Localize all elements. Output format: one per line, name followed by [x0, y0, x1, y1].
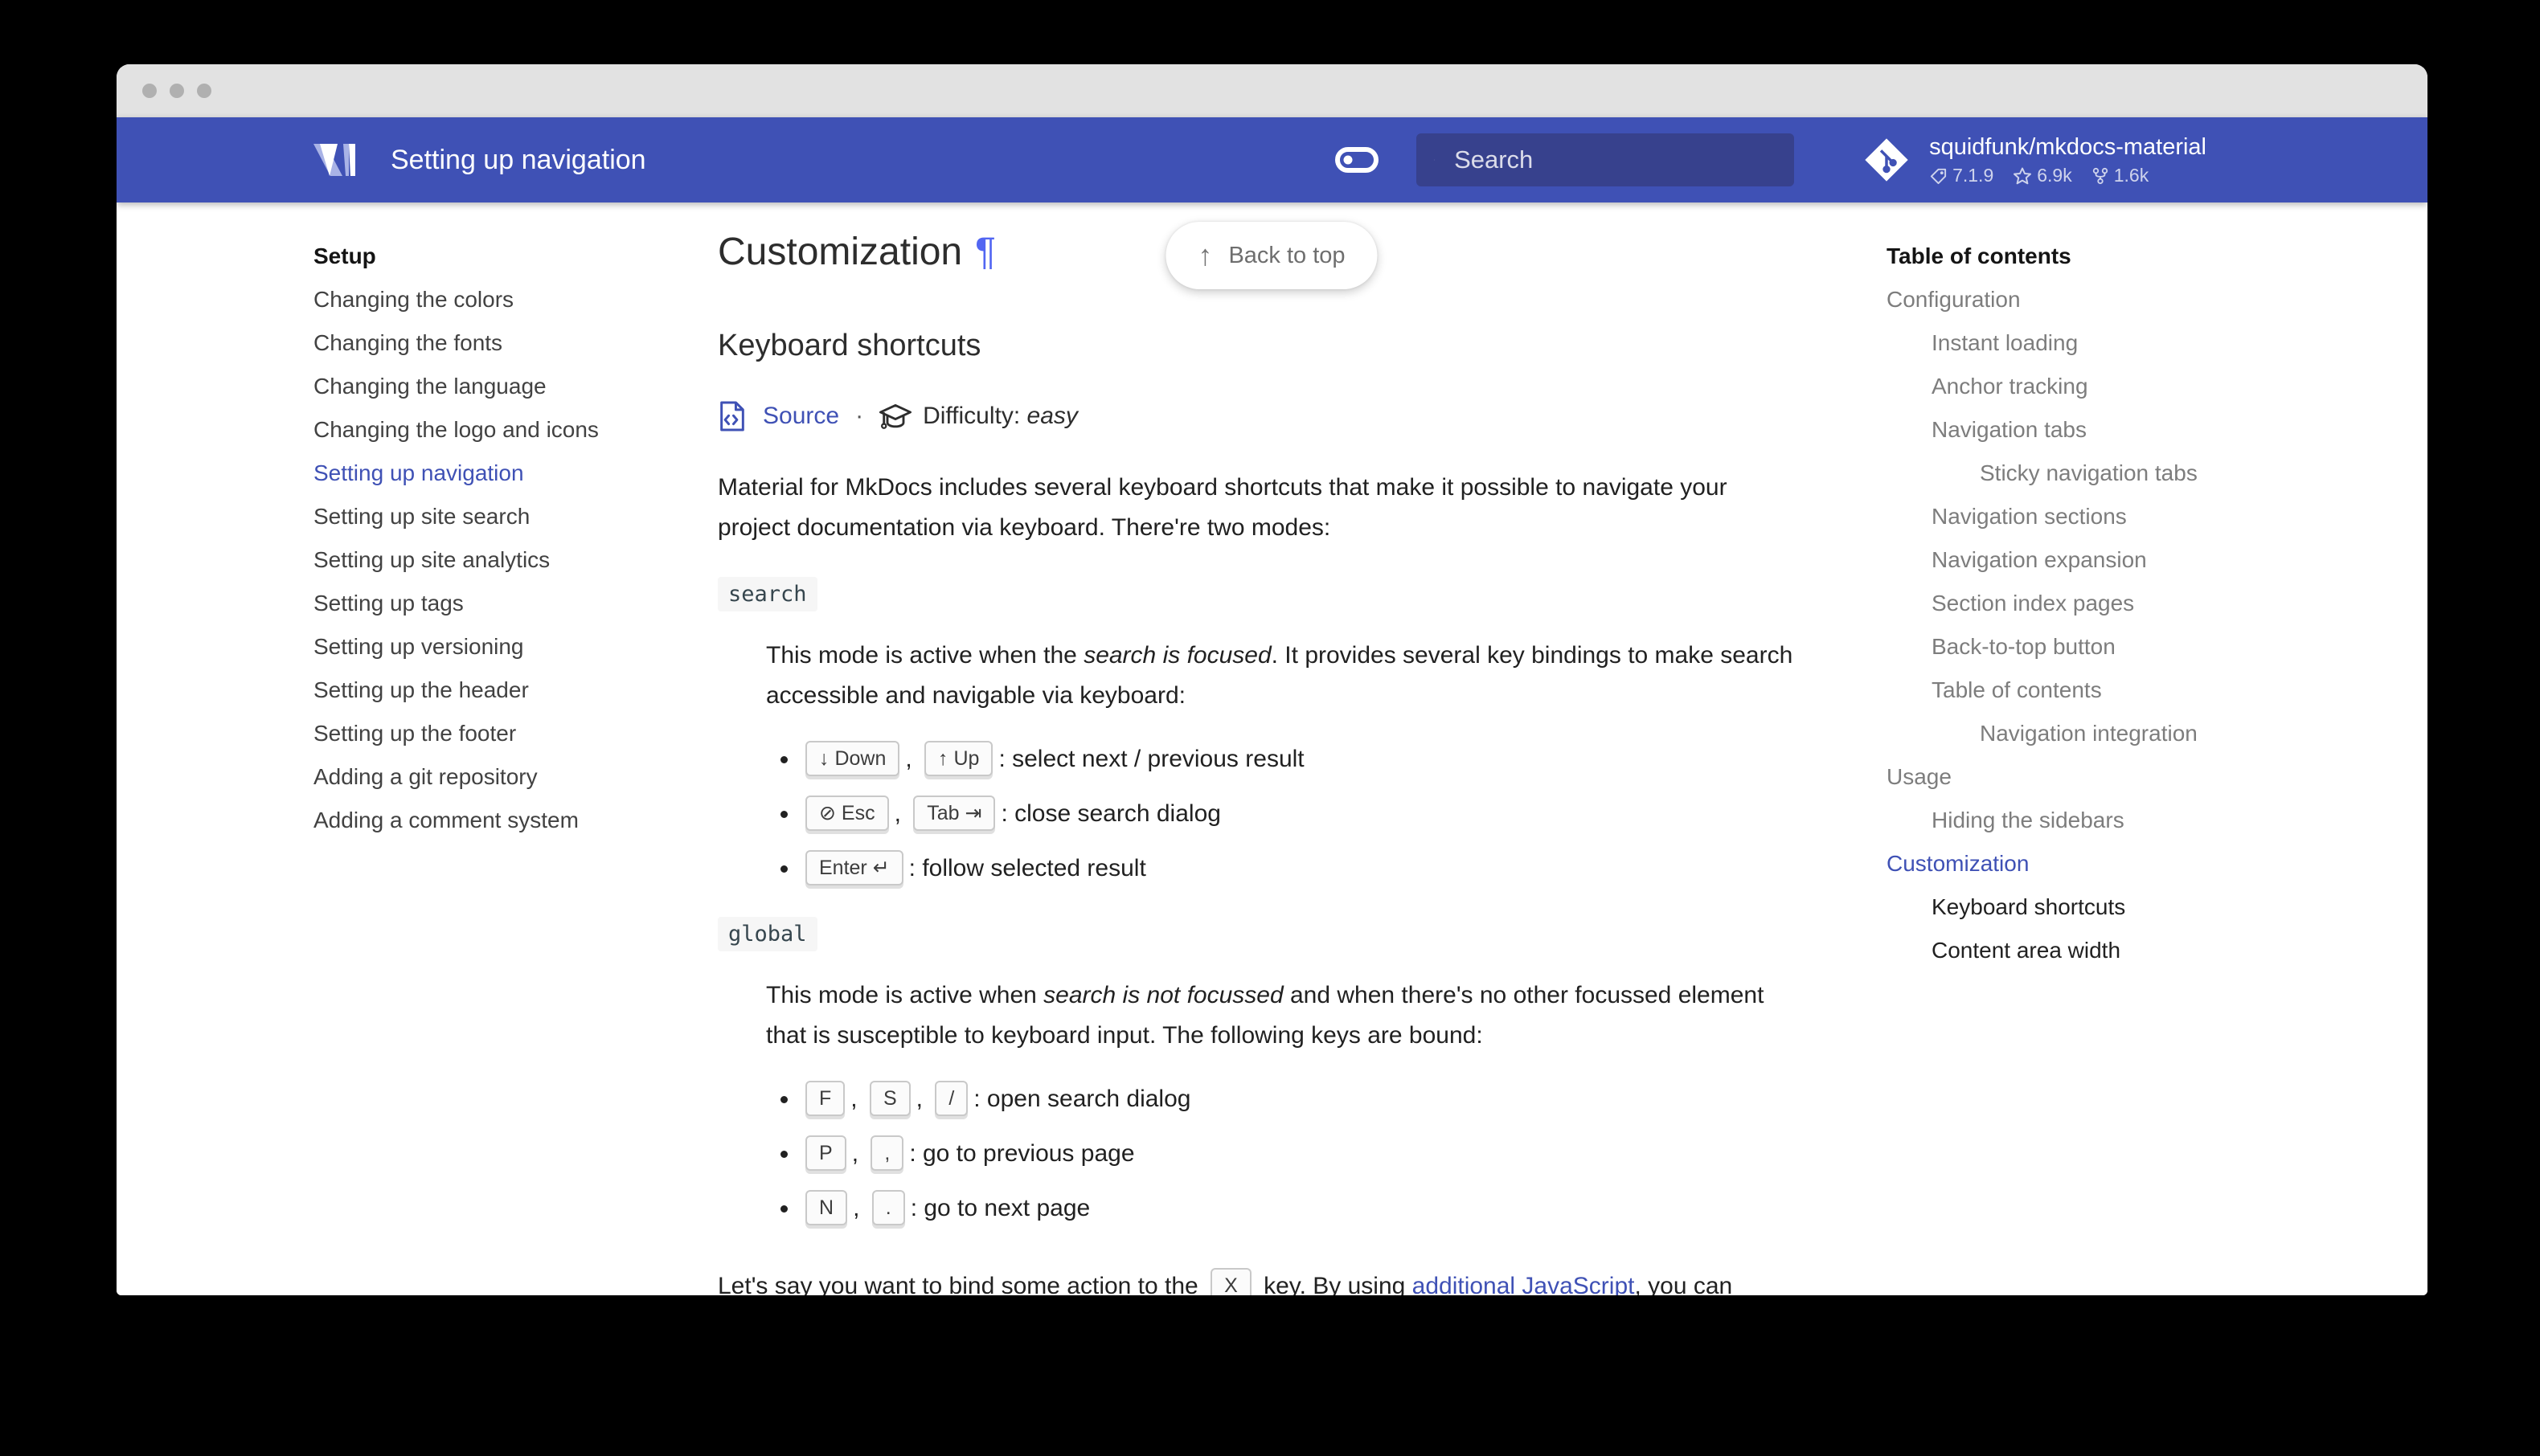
keycap: ↓ Down: [805, 741, 900, 776]
keycap: S: [869, 1081, 911, 1116]
toc-item[interactable]: Navigation tabs: [1887, 408, 2427, 452]
tag-icon: [1930, 168, 1947, 185]
section-h2: Keyboard shortcuts: [718, 329, 981, 362]
intro-paragraph: Material for MkDocs includes several key…: [718, 474, 1727, 541]
shortcut-item: Enter ↵: follow selected result: [800, 849, 1801, 888]
sidebar-item[interactable]: Setting up site search: [313, 495, 718, 538]
repo-forks: 1.6k: [2113, 165, 2149, 186]
main-article: ↑ Back to top Customization ¶ Keyboard sh…: [718, 202, 1887, 1295]
header-page-title: Setting up navigation: [391, 144, 646, 175]
shortcut-item: ↓ Down, ↑ Up: select next / previous res…: [800, 740, 1801, 779]
toc-item[interactable]: Customization: [1887, 842, 2427, 885]
search-box[interactable]: [1416, 133, 1795, 186]
repo-stars: 6.9k: [2037, 165, 2072, 186]
keycap: .: [871, 1190, 905, 1225]
git-icon: [1865, 138, 1908, 182]
sidebar-section-title: Setup: [313, 243, 376, 268]
keycap: /: [935, 1081, 969, 1116]
repo-name: squidfunk/mkdocs-material: [1929, 134, 2206, 160]
search-bindings-list: ↓ Down, ↑ Up: select next / previous res…: [718, 740, 1801, 888]
sidebar-item[interactable]: Setting up site analytics: [313, 538, 718, 582]
shortcut-item: F, S, /: open search dialog: [800, 1080, 1801, 1119]
repo-version: 7.1.9: [1952, 165, 1994, 186]
keycap: X: [1211, 1268, 1252, 1295]
toc-title: Table of contents: [1887, 243, 2071, 268]
toc-nav: Table of contents Configuration Instant l…: [1887, 202, 2427, 1295]
back-to-top-label: Back to top: [1228, 242, 1346, 268]
shortcut-item: P, ,: go to previous page: [800, 1135, 1801, 1173]
shortcut-item: N, .: go to next page: [800, 1189, 1801, 1228]
difficulty-cap-icon: [879, 404, 912, 429]
sidebar-item[interactable]: Setting up tags: [313, 582, 718, 625]
search-icon: [1434, 159, 1435, 161]
keycap: F: [805, 1081, 846, 1116]
mkdocs-material-logo-icon[interactable]: [313, 142, 355, 178]
toc-item[interactable]: Sticky navigation tabs: [1887, 452, 2427, 495]
toc-item[interactable]: Navigation integration: [1887, 712, 2427, 755]
repo-facts: 7.1.9 6.9k 1.6k: [1929, 165, 2206, 186]
sidebar-item[interactable]: Changing the logo and icons: [313, 408, 718, 452]
keycap: P: [805, 1135, 846, 1171]
toc-item[interactable]: Table of contents: [1887, 669, 2427, 712]
toc-item[interactable]: Section index pages: [1887, 582, 2427, 625]
window-titlebar: [117, 64, 2427, 117]
inline-code-search: search: [718, 577, 817, 611]
toc-item[interactable]: Instant loading: [1887, 321, 2427, 365]
sidebar-item[interactable]: Adding a comment system: [313, 799, 718, 842]
window-control-dot[interactable]: [142, 84, 157, 98]
keycap: ,: [871, 1135, 904, 1171]
separator-dot: ·: [855, 403, 864, 429]
window-control-dot[interactable]: [170, 84, 184, 98]
toc-item[interactable]: Keyboard shortcuts: [1887, 885, 2427, 929]
sidebar-item[interactable]: Changing the fonts: [313, 321, 718, 365]
shortcut-item: ⊘ Esc, Tab ⇥: close search dialog: [800, 795, 1801, 833]
toc-item[interactable]: Anchor tracking: [1887, 365, 2427, 408]
inline-code-global: global: [718, 917, 817, 951]
palette-toggle-icon[interactable]: [1334, 145, 1379, 174]
toc-item[interactable]: Navigation sections: [1887, 495, 2427, 538]
fork-icon: [2092, 167, 2108, 184]
difficulty-value: easy: [1026, 403, 1078, 429]
toc-item[interactable]: Hiding the sidebars: [1887, 799, 2427, 842]
star-icon: [2014, 167, 2032, 184]
keycap: Enter ↵: [805, 850, 903, 885]
keycap: ⊘ Esc: [805, 795, 889, 831]
sidebar-item[interactable]: Changing the colors: [313, 278, 718, 321]
app-header: Setting up navigation Search squidfunk/m…: [117, 117, 2427, 202]
global-bindings-list: F, S, /: open search dialog P, ,: go to p…: [718, 1080, 1801, 1228]
keycap: Tab ⇥: [913, 795, 996, 831]
sidebar-item[interactable]: Setting up versioning: [313, 625, 718, 669]
search-input[interactable]: [1452, 145, 1777, 175]
window-control-dot[interactable]: [197, 84, 211, 98]
back-to-top-button[interactable]: ↑ Back to top: [1166, 222, 1378, 289]
source-file-icon: [720, 401, 744, 431]
browser-window: Setting up navigation Search squidfunk/m…: [117, 64, 2427, 1295]
additional-javascript-link[interactable]: additional JavaScript: [1412, 1273, 1635, 1295]
toc-item[interactable]: Navigation expansion: [1887, 538, 2427, 582]
toc-item[interactable]: Configuration: [1887, 278, 2427, 321]
sidebar-item[interactable]: Adding a git repository: [313, 755, 718, 799]
keycap: N: [805, 1190, 848, 1225]
keycap: ↑ Up: [924, 741, 993, 776]
sidebar-nav: Setup Changing the colors Changing the fo…: [313, 202, 718, 1295]
source-link[interactable]: Source: [763, 403, 839, 430]
sidebar-item[interactable]: Setting up navigation: [313, 452, 718, 495]
mode-global-description: This mode is active when search is not f…: [766, 982, 1764, 1049]
toc-item[interactable]: Back-to-top button: [1887, 625, 2427, 669]
permalink-icon[interactable]: ¶: [975, 231, 996, 273]
source-difficulty-row: Source · Difficulty: easy: [718, 400, 1801, 432]
sidebar-item[interactable]: Setting up the header: [313, 669, 718, 712]
toc-item[interactable]: Content area width: [1887, 929, 2427, 972]
difficulty-label: Difficulty: easy: [923, 403, 1078, 429]
repo-link[interactable]: squidfunk/mkdocs-material 7.1.9 6.9k 1.6…: [1863, 133, 2206, 186]
arrow-up-icon: ↑: [1198, 239, 1213, 272]
sidebar-item[interactable]: Setting up the footer: [313, 712, 718, 755]
outro-paragraph: Let's say you want to bind some action t…: [718, 1266, 1801, 1295]
mode-search-description: This mode is active when the search is f…: [766, 642, 1793, 709]
sidebar-item[interactable]: Changing the language: [313, 365, 718, 408]
page-content: Setup Changing the colors Changing the fo…: [117, 202, 2427, 1295]
toc-item[interactable]: Usage: [1887, 755, 2427, 799]
